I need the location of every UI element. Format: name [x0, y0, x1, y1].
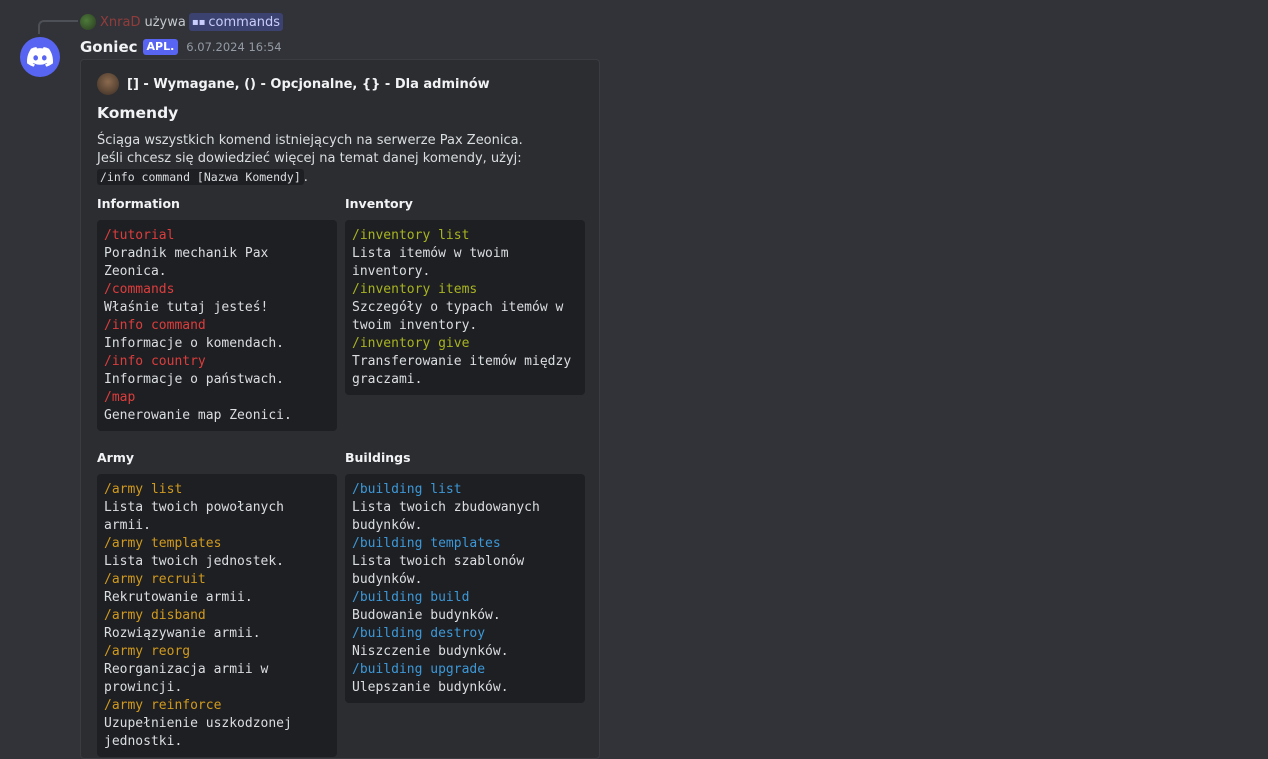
codeblock-army: /army list Lista twoich powołanych armii.… — [97, 474, 337, 757]
message-author[interactable]: Goniec — [80, 38, 138, 56]
codeblock-buildings: /building list Lista twoich zbudowanych b… — [345, 474, 585, 703]
command-description: Lista itemów w twoim inventory. — [352, 246, 509, 279]
command-name: /building destroy — [352, 626, 486, 641]
command-description: Lista twoich zbudowanych budynków. — [352, 500, 540, 533]
command-name: /building templates — [352, 536, 501, 551]
command-description: Ulepszanie budynków. — [352, 680, 509, 695]
description-end: . — [303, 170, 308, 185]
command-name: /building build — [352, 590, 470, 605]
reply-user-avatar[interactable] — [80, 14, 96, 30]
command-name: /army list — [104, 482, 183, 497]
embed-author-icon — [97, 73, 119, 95]
command-name: /building upgrade — [352, 662, 486, 677]
command-description: Budowanie budynków. — [352, 608, 501, 623]
command-name: /building list — [352, 482, 462, 497]
embed: [] - Wymagane, () - Opcjonalne, {} - Dla… — [80, 59, 600, 759]
command-name: /army templates — [104, 536, 222, 551]
command-name: /map — [104, 390, 136, 405]
codeblock-inventory: /inventory list Lista itemów w twoim inve… — [345, 220, 585, 395]
description-line-1: Ściąga wszystkich komend istniejących na… — [97, 133, 523, 148]
command-description: Szczegóły o typach itemów w twoim invent… — [352, 300, 564, 333]
message-timestamp[interactable]: 6.07.2024 16:54 — [186, 40, 281, 54]
command-name: /inventory give — [352, 336, 470, 351]
command-name: /tutorial — [104, 228, 175, 243]
command-description: Rekrutowanie armii. — [104, 590, 253, 605]
embed-author: [] - Wymagane, () - Opcjonalne, {} - Dla… — [97, 73, 490, 95]
reply-context: XnraD używa ▪▪ commands — [80, 13, 284, 31]
command-description: Reorganizacja armii w prowincji. — [104, 662, 269, 695]
embed-title: Komendy — [97, 104, 179, 122]
command-name: /commands — [104, 282, 175, 297]
command-description: Informacje o komendach. — [104, 336, 285, 351]
command-name: /army disband — [104, 608, 206, 623]
command-description: Lista twoich jednostek. — [104, 554, 285, 569]
command-name: /inventory list — [352, 228, 470, 243]
command-mention[interactable]: ▪▪ commands — [188, 13, 284, 31]
embed-description: Ściąga wszystkich komend istniejących na… — [97, 132, 587, 187]
command-description: Lista twoich szablonów budynków. — [352, 554, 525, 587]
codeblock-information: /tutorial Poradnik mechanik Pax Zeonica. /… — [97, 220, 337, 431]
reply-verb: używa — [144, 14, 186, 30]
message-header: Goniec APL. 6.07.2024 16:54 — [80, 36, 282, 58]
embed-author-name: [] - Wymagane, () - Opcjonalne, {} - Dla… — [127, 76, 490, 92]
bot-avatar[interactable] — [20, 37, 60, 77]
command-mention-label: commands — [208, 14, 281, 30]
command-description: Poradnik mechanik Pax Zeonica. — [104, 246, 269, 279]
command-name: /army reorg — [104, 644, 191, 659]
field-name-army: Army — [97, 450, 135, 465]
description-line-2: Jeśli chcesz się dowiedzieć więcej na te… — [97, 151, 522, 166]
field-name-information: Information — [97, 196, 180, 211]
command-description: Uzupełnienie uszkodzonej jednostki. — [104, 716, 292, 749]
command-description: Właśnie tutaj jesteś! — [104, 300, 269, 315]
field-name-inventory: Inventory — [345, 196, 413, 211]
discord-logo-icon — [27, 47, 53, 67]
command-description: Generowanie map Zeonici. — [104, 408, 292, 423]
command-description: Rozwiązywanie armii. — [104, 626, 261, 641]
command-name: /army reinforce — [104, 698, 222, 713]
command-description: Informacje o państwach. — [104, 372, 285, 387]
reply-connector — [38, 20, 78, 34]
app-badge: APL. — [142, 39, 179, 55]
inline-code: /info command [Nazwa Komendy] — [97, 169, 304, 185]
command-description: Lista twoich powołanych armii. — [104, 500, 285, 533]
command-name: /inventory items — [352, 282, 478, 297]
command-description: Niszczenie budynków. — [352, 644, 509, 659]
command-name: /army recruit — [104, 572, 206, 587]
description-line-3: /info command [Nazwa Komendy]. — [97, 168, 587, 187]
command-description: Transferowanie itemów między graczami. — [352, 354, 572, 387]
slash-command-icon: ▪▪ — [191, 16, 206, 28]
command-name: /info command — [104, 318, 206, 333]
command-name: /info country — [104, 354, 206, 369]
field-name-buildings: Buildings — [345, 450, 411, 465]
reply-username[interactable]: XnraD — [100, 15, 140, 30]
